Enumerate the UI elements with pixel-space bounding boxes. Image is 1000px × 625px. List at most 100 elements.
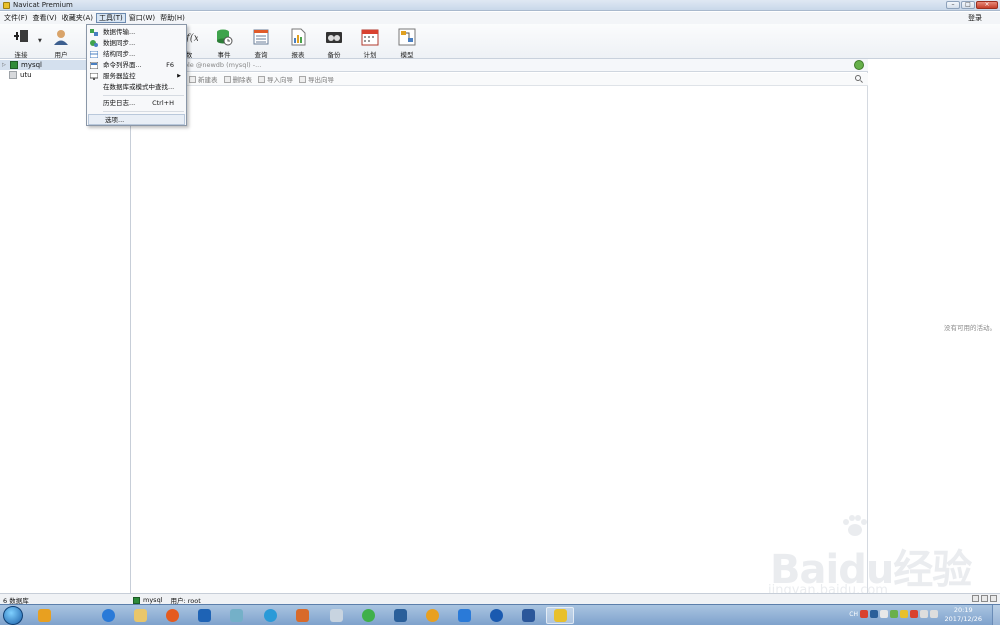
export-wizard-button[interactable]: 导出向导 (299, 74, 334, 84)
user-button[interactable]: 用户 (47, 26, 75, 59)
expand-icon[interactable]: ▷ (2, 62, 8, 68)
delete-table-icon (223, 75, 231, 83)
new-table-button[interactable]: 新建表 (189, 74, 218, 84)
model-button[interactable]: 模型 (393, 26, 421, 59)
import-wizard-button[interactable]: 导入向导 (258, 74, 293, 84)
main-object-area: wtable @newdb (mysql) -... 计表 新建表 删除表 导入… (132, 59, 868, 593)
taskbar-ie-icon[interactable] (94, 607, 122, 624)
report-button[interactable]: 报表 (284, 26, 312, 59)
tree-item-label: mysql (21, 61, 42, 69)
event-icon (215, 28, 233, 46)
taskbar-app-icon[interactable] (482, 607, 510, 624)
maximize-button[interactable]: □ (961, 1, 975, 9)
network-icon[interactable] (920, 610, 928, 618)
connection-icon (9, 71, 17, 79)
menu-bar: 文件(F) 查看(V) 收藏夹(A) 工具(T) 窗口(W) 帮助(H) (0, 12, 1000, 24)
menu-view[interactable]: 查看(V) (31, 13, 59, 23)
tray-icon[interactable] (870, 610, 878, 618)
tray-icon[interactable] (910, 610, 918, 618)
paw-icon (843, 515, 867, 536)
clock[interactable]: 20:19 2017/12/26 (945, 606, 982, 624)
menu-item-history-log[interactable]: 历史日志... Ctrl+H (87, 98, 186, 109)
windows-taskbar: CH 20:19 2017/12/26 (0, 604, 1000, 625)
activity-pane: 没有可用的活动。 (869, 59, 1000, 593)
menu-help[interactable]: 帮助(H) (158, 13, 187, 23)
structure-sync-icon (90, 51, 98, 58)
start-button[interactable] (3, 606, 23, 625)
taskbar-firefox-icon[interactable] (158, 607, 186, 624)
volume-icon[interactable] (930, 610, 938, 618)
mysql-connection-icon (133, 596, 140, 604)
close-button[interactable]: × (976, 1, 998, 9)
input-language[interactable]: CH (849, 611, 858, 618)
schedule-button[interactable]: 计划 (356, 26, 384, 59)
taskbar-app-icon[interactable] (418, 607, 446, 624)
menu-file[interactable]: 文件(F) (2, 13, 30, 23)
menu-item-data-sync[interactable]: 数据同步... (87, 38, 186, 49)
window-controls: – □ × (946, 1, 998, 9)
taskbar-app-icon[interactable] (386, 607, 414, 624)
app-logo-icon (3, 1, 10, 9)
delete-table-button[interactable]: 删除表 (223, 74, 252, 84)
taskbar-app-icon[interactable] (190, 607, 218, 624)
taskbar-word-icon[interactable] (514, 607, 542, 624)
menu-item-server-monitor[interactable]: 服务器监控 ▶ (87, 71, 186, 82)
taskbar-app-icon[interactable] (354, 607, 382, 624)
export-icon (299, 75, 306, 83)
minimize-button[interactable]: – (946, 1, 960, 9)
icon-view-icon[interactable] (990, 595, 997, 602)
taskbar-app-icon[interactable] (256, 607, 284, 624)
new-table-icon (189, 75, 196, 83)
no-activity-text: 没有可用的活动。 (944, 324, 996, 332)
menu-item-structure-sync[interactable]: 结构同步... (87, 49, 186, 60)
model-icon (398, 28, 416, 46)
detail-view-icon[interactable] (981, 595, 988, 602)
refresh-icon[interactable] (854, 60, 864, 70)
title-bar: Navicat Premium – □ × (0, 0, 1000, 11)
search-icon[interactable] (855, 75, 861, 81)
tree-item-label: utu (20, 71, 32, 79)
mysql-connection-icon (10, 61, 18, 69)
tray-icon[interactable] (900, 610, 908, 618)
tray-icon[interactable] (890, 610, 898, 618)
query-icon (252, 28, 270, 46)
menu-item-command-line[interactable]: 命令列界面... F6 (87, 60, 186, 71)
menu-separator (103, 111, 184, 112)
user-icon (52, 28, 70, 46)
tray-icon[interactable] (880, 610, 888, 618)
taskbar-app-icon[interactable] (322, 607, 350, 624)
show-desktop-button[interactable] (992, 605, 1000, 625)
taskbar-app-icon[interactable] (30, 607, 58, 624)
connect-button[interactable]: 连接 (7, 26, 35, 59)
plug-icon (12, 28, 30, 46)
data-transfer-icon (90, 29, 98, 36)
taskbar-app-icon[interactable] (222, 607, 250, 624)
backup-icon (325, 28, 343, 46)
menu-window[interactable]: 窗口(W) (127, 13, 157, 23)
taskbar-navicat-icon[interactable] (546, 607, 574, 624)
menu-separator (103, 95, 184, 96)
connect-dropdown-arrow-icon[interactable]: ▼ (38, 38, 42, 44)
menu-item-data-transfer[interactable]: 数据传输... (87, 27, 186, 38)
system-tray: CH (849, 610, 938, 618)
connection-tree: ▷ mysql utu (0, 59, 131, 593)
query-button[interactable]: 查询 (247, 26, 275, 59)
taskbar-app-icon[interactable] (288, 607, 316, 624)
login-link[interactable]: 登录 (968, 13, 982, 23)
menu-tools[interactable]: 工具(T) (96, 13, 126, 23)
view-mode-icons (972, 595, 997, 602)
backup-button[interactable]: 备份 (320, 26, 348, 59)
event-button[interactable]: 事件 (210, 26, 238, 59)
list-view-icon[interactable] (972, 595, 979, 602)
taskbar-app-icon[interactable] (450, 607, 478, 624)
menu-item-find-in-database[interactable]: 在数据库或模式中查找... (87, 82, 186, 93)
status-bar: 6 数据库 mysql 用户: root (0, 593, 1000, 605)
import-icon (258, 75, 265, 83)
menu-favorites[interactable]: 收藏夹(A) (60, 13, 95, 23)
data-sync-icon (90, 40, 98, 47)
tray-icon[interactable] (860, 610, 868, 618)
report-icon (289, 28, 307, 46)
menu-item-options[interactable]: 选项... (88, 114, 185, 125)
taskbar-explorer-icon[interactable] (126, 607, 154, 624)
calendar-icon (361, 28, 379, 46)
